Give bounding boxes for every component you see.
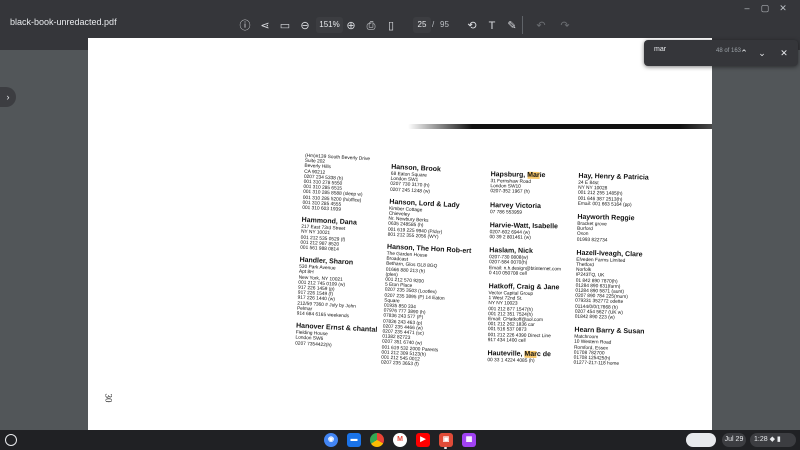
gmail-icon[interactable]: M (393, 433, 407, 447)
fit-page-icon[interactable]: ▭ (278, 19, 292, 33)
find-close-icon[interactable]: ✕ (778, 46, 790, 60)
sidebar-toggle-button[interactable]: › (0, 87, 16, 107)
rotate-icon[interactable]: ⟲ (465, 19, 479, 33)
entry-details: Kimber Cottage Chieveley Nr. Newbury Berks… (387, 206, 443, 241)
scan-artifact-bar (408, 124, 712, 129)
close-window-icon[interactable]: ✕ (776, 2, 790, 14)
pdf-app-icon[interactable]: ▣ (439, 433, 453, 447)
column-4: Hay, Henry & Patricia 24 E 84st NY NY 100… (573, 173, 678, 369)
tray-thumbnails[interactable] (686, 433, 716, 447)
chrome-icon[interactable] (370, 433, 384, 447)
page-separator: / (432, 20, 435, 29)
find-next-icon[interactable]: ⌄ (756, 46, 768, 60)
entry-address-block: (Hm)#139 South Beverly Drive Suite 202 Bev… (302, 153, 371, 213)
text-icon[interactable]: T (485, 19, 499, 33)
folder-app-icon[interactable]: ▬ (347, 433, 361, 447)
annotate-icon[interactable]: ✎ (505, 19, 519, 33)
minimize-icon[interactable]: – (740, 2, 754, 14)
entry-details: 217 East 73rd Street NY NY 10021 001 212 5… (300, 224, 346, 253)
gallery-app-icon[interactable]: ▦ (462, 433, 476, 447)
zoom-level[interactable]: 151% (316, 17, 343, 33)
redo-icon[interactable]: ↷ (558, 19, 572, 33)
status-area[interactable]: 1:28 ◆ ▮ (750, 433, 796, 447)
undo-icon[interactable]: ↶ (534, 19, 548, 33)
launcher-icon[interactable] (5, 434, 17, 446)
entry-details: 24 E 84st NY NY 10028 001 212 255 1485(h) 0… (577, 180, 632, 208)
entry-details: 0207-730 0808(w) 0207-584 0070(h) Email: n… (488, 255, 562, 277)
entry-details: Matchroom 10 Western Road Romford, Essex 01… (573, 334, 620, 368)
toolbar-divider (522, 16, 523, 34)
chevron-right-icon: › (6, 92, 10, 102)
entry-details: 31 Fernshaw Road London SW10 0207-352 1967… (490, 179, 532, 196)
find-bar: 48 of 163 ⌃ ⌄ ✕ (644, 40, 798, 66)
share-icon[interactable]: ⋖ (258, 19, 272, 33)
search-highlight: Mar (527, 171, 540, 180)
find-previous-icon[interactable]: ⌃ (738, 46, 750, 60)
search-highlight: Mar (524, 350, 537, 359)
document-title: black-book-unredacted.pdf (10, 17, 117, 27)
print-icon[interactable]: ⎙ (364, 19, 378, 33)
youtube-icon[interactable]: ▶ (416, 433, 430, 447)
entry-details: 0207-602 6944 (w) 00 39 2 801461 (w) (489, 229, 531, 241)
entry-details: 00 33 1 4224 4085 (h) (487, 358, 535, 365)
entry-details: Bracket grove Burford Oxon 01993 822734 (576, 221, 608, 244)
two-page-icon[interactable]: ▯ (384, 19, 398, 33)
column-2: Hanson, Brook 68 Eaton Square London SW1 0… (381, 164, 483, 371)
active-app-indicator (444, 447, 447, 449)
zoom-out-icon[interactable]: ⊖ (298, 19, 312, 33)
zoom-in-icon[interactable]: ⊕ (344, 19, 358, 33)
printed-page-number: 30 (103, 393, 114, 403)
entry-details: 07 786 553959 (489, 209, 523, 216)
column-1: (Hm)#139 South Beverly Drive Suite 202 Bev… (295, 154, 395, 351)
maximize-icon[interactable]: ▢ (758, 2, 772, 14)
entry-details: 68 Eaton Square London SW1 0207 730 3170 (… (389, 171, 431, 195)
system-shelf: ◉ ▬ M ▶ ▣ ▦ Jul 29 1:28 ◆ ▮ (0, 430, 800, 450)
page-total: 95 (440, 20, 449, 29)
files-app-icon[interactable]: ◉ (324, 433, 338, 447)
date-display[interactable]: Jul 29 (722, 433, 746, 447)
find-input[interactable] (654, 46, 714, 53)
info-icon[interactable]: ⓘ (238, 19, 252, 33)
page-number-input[interactable]: 25 (413, 17, 431, 33)
entry-details: The Garden House Broadcast Betharn, Glos G… (380, 251, 445, 368)
entry-details: Elveden Farms Limited Thetford Norfolk IP24… (574, 257, 628, 321)
entry-details: 530 Park Avenue Apt 8H New York, NY 10021 0… (296, 264, 356, 320)
entry-details: Vector Capital Group 1 West 72nd St. NY NY… (487, 291, 551, 344)
pdf-page: (Hm)#139 South Beverly Drive Suite 202 Bev… (88, 38, 712, 430)
